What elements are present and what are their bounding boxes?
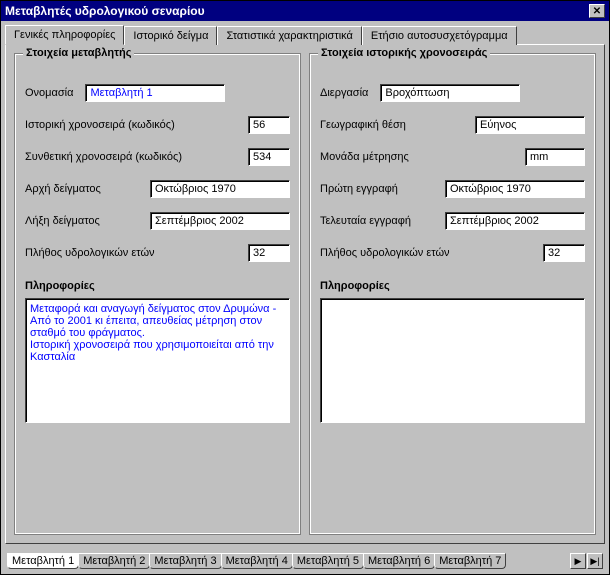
geo-input[interactable]: [475, 116, 585, 134]
tab-panel: Στοιχεία μεταβλητής Ονομασία Ιστορική χρ…: [5, 44, 605, 544]
last-record-input[interactable]: [445, 212, 585, 230]
main-window: Μεταβλητές υδρολογικού σεναρίου ✕ Γενικέ…: [0, 0, 610, 575]
btab-var6[interactable]: Μεταβλητή 6: [363, 553, 435, 569]
years-input[interactable]: [248, 244, 290, 262]
process-input[interactable]: [380, 84, 520, 102]
chevron-right-icon: ▶: [575, 556, 582, 567]
btab-var5[interactable]: Μεταβλητή 5: [292, 553, 364, 569]
unit-label: Μονάδα μέτρησης: [320, 151, 409, 163]
variable-legend: Στοιχεία μεταβλητής: [23, 47, 134, 59]
info-label-right: Πληροφορίες: [320, 280, 585, 292]
btab-var7[interactable]: Μεταβλητή 7: [434, 553, 506, 569]
bottom-tabstrip: Μεταβλητή 1 Μεταβλητή 2 Μεταβλητή 3 Μετα…: [7, 552, 603, 570]
years-label: Πλήθος υδρολογικών ετών: [25, 247, 155, 259]
sample-end-label: Λήξη δείγματος: [25, 215, 100, 227]
tab-historical[interactable]: Ιστορικό δείγμα: [124, 26, 217, 45]
years-label-right: Πλήθος υδρολογικών ετών: [320, 247, 450, 259]
info-label-left: Πληροφορίες: [25, 280, 290, 292]
top-tabstrip: Γενικές πληροφορίες Ιστορικό δείγμα Στατ…: [1, 21, 609, 44]
unit-input[interactable]: [525, 148, 585, 166]
first-record-input[interactable]: [445, 180, 585, 198]
name-label: Ονομασία: [25, 87, 73, 99]
hist-code-input[interactable]: [248, 116, 290, 134]
window-title: Μεταβλητές υδρολογικού σεναρίου: [5, 4, 205, 18]
info-textarea-right[interactable]: [320, 298, 585, 423]
btab-var2[interactable]: Μεταβλητή 2: [78, 553, 150, 569]
timeseries-groupbox: Στοιχεία ιστορικής χρονοσειράς Διεργασία…: [309, 53, 596, 535]
tab-statistics[interactable]: Στατιστικά χαρακτηριστικά: [217, 26, 361, 45]
geo-label: Γεωγραφική θέση: [320, 119, 406, 131]
first-record-label: Πρώτη εγγραφή: [320, 183, 398, 195]
hist-code-label: Ιστορική χρονοσειρά (κωδικός): [25, 119, 175, 131]
close-icon: ✕: [593, 6, 601, 17]
titlebar: Μεταβλητές υδρολογικού σεναρίου ✕: [1, 1, 609, 21]
nav-right-button[interactable]: ▶: [570, 553, 586, 569]
btab-var4[interactable]: Μεταβλητή 4: [221, 553, 293, 569]
sample-start-label: Αρχή δείγματος: [25, 183, 101, 195]
sample-end-input[interactable]: [150, 212, 290, 230]
last-record-label: Τελευταία εγγραφή: [320, 215, 411, 227]
years-input-right[interactable]: [543, 244, 585, 262]
chevron-end-icon: ▶|: [590, 556, 599, 567]
btab-var3[interactable]: Μεταβλητή 3: [149, 553, 221, 569]
timeseries-legend: Στοιχεία ιστορικής χρονοσειράς: [318, 47, 490, 59]
info-textarea-left[interactable]: [25, 298, 290, 423]
close-button[interactable]: ✕: [589, 4, 605, 18]
tab-autocorrelogram[interactable]: Ετήσιο αυτοσυσχετόγραμμα: [362, 26, 517, 45]
btab-var1[interactable]: Μεταβλητή 1: [7, 553, 79, 569]
name-input[interactable]: [85, 84, 225, 102]
nav-end-button[interactable]: ▶|: [587, 553, 603, 569]
variable-groupbox: Στοιχεία μεταβλητής Ονομασία Ιστορική χρ…: [14, 53, 301, 535]
synth-code-input[interactable]: [248, 148, 290, 166]
process-label: Διεργασία: [320, 87, 368, 99]
sample-start-input[interactable]: [150, 180, 290, 198]
tab-general[interactable]: Γενικές πληροφορίες: [5, 25, 124, 45]
synth-code-label: Συνθετική χρονοσειρά (κωδικός): [25, 151, 182, 163]
